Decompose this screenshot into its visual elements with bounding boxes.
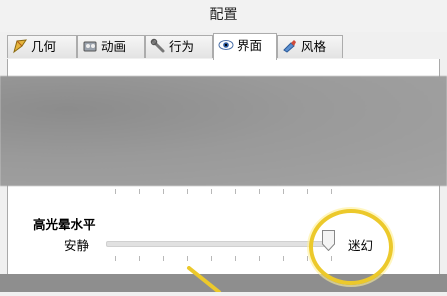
gray-overlay — [0, 76, 447, 186]
geometry-icon — [12, 38, 28, 54]
tab-animation-label: 动画 — [101, 39, 127, 54]
pointer-line — [185, 266, 225, 294]
tab-style-label: 风格 — [301, 39, 327, 54]
slider-ticks-top — [115, 189, 335, 195]
tab-animation[interactable]: 动画 — [77, 35, 145, 58]
window-title: 配置 — [0, 0, 447, 32]
tab-behavior-label: 行为 — [169, 39, 195, 54]
animation-icon — [82, 38, 98, 54]
style-icon — [282, 38, 298, 54]
tab-behavior[interactable]: 行为 — [145, 35, 213, 58]
tab-style[interactable]: 风格 — [277, 35, 343, 58]
tab-geometry[interactable]: 几何 — [7, 35, 77, 58]
highlight-circle — [309, 209, 393, 285]
highlight-level-slider[interactable] — [106, 241, 330, 247]
eye-icon — [218, 37, 234, 53]
tab-interface-label: 界面 — [237, 38, 263, 53]
slider-ticks-bottom — [115, 256, 335, 262]
tab-strip: 几何 动画 行为 界面 风格 — [7, 33, 440, 60]
tab-interface[interactable]: 界面 — [213, 33, 277, 60]
highlight-level-title: 高光晕水平 — [33, 217, 96, 232]
slider-min-label: 安静 — [64, 238, 90, 253]
behavior-icon — [150, 38, 166, 54]
tab-geometry-label: 几何 — [31, 39, 57, 54]
